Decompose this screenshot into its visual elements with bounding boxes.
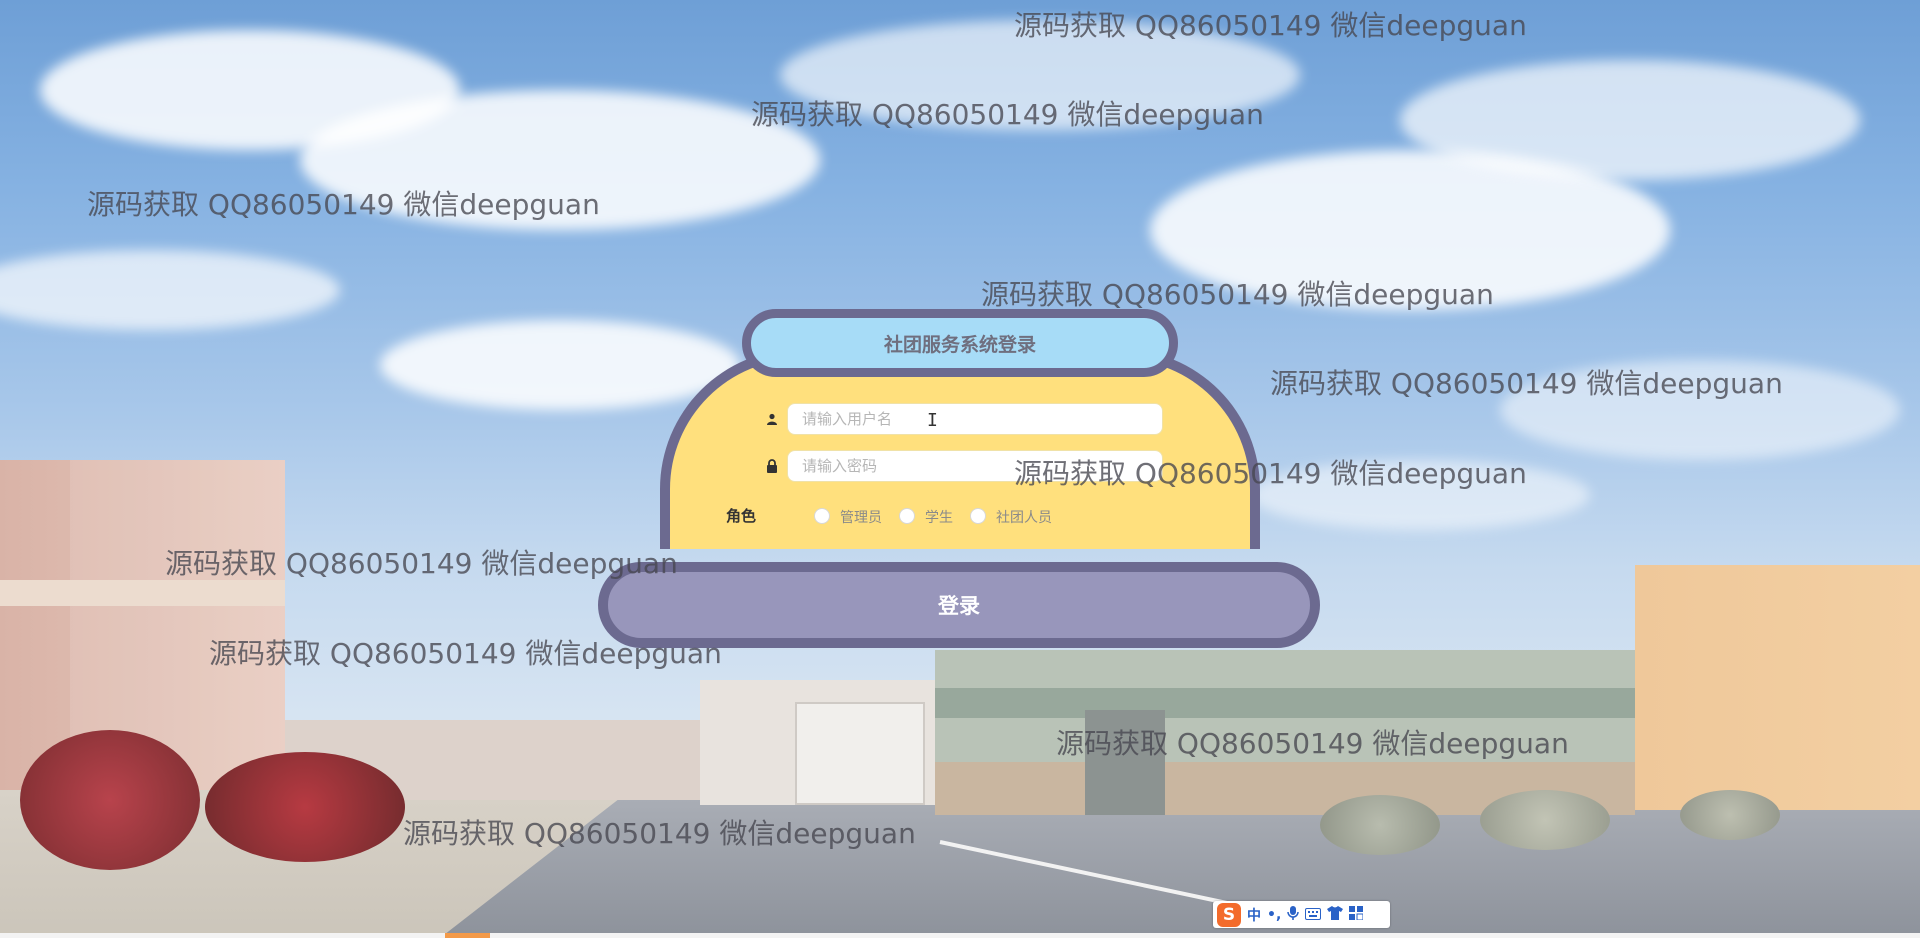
taskbar-accent: [445, 933, 490, 938]
ime-mode-toggle[interactable]: 中: [1247, 905, 1261, 925]
role-radio-student[interactable]: [899, 508, 915, 524]
watermark-text: 源码获取 QQ86050149 微信deepguan: [751, 98, 1264, 131]
watermark-text: 源码获取 QQ86050149 微信deepguan: [1056, 727, 1569, 760]
mic-icon[interactable]: [1287, 905, 1300, 925]
watermark-text: 源码获取 QQ86050149 微信deepguan: [1014, 457, 1527, 490]
keyboard-icon[interactable]: [1305, 905, 1322, 924]
watermark-text: 源码获取 QQ86050149 微信deepguan: [1014, 9, 1527, 42]
watermark-text: 源码获取 QQ86050149 微信deepguan: [165, 547, 678, 580]
taskbar-strip: [0, 933, 1920, 938]
shrub: [1680, 790, 1780, 840]
watermark-text: 源码获取 QQ86050149 微信deepguan: [1270, 367, 1783, 400]
building-orange: [1635, 565, 1920, 810]
shirt-icon[interactable]: [1327, 905, 1344, 924]
role-radio-club-staff[interactable]: [970, 508, 986, 524]
lock-icon: [762, 456, 782, 476]
watermark-text: 源码获取 QQ86050149 微信deepguan: [209, 637, 722, 670]
ime-punct-toggle[interactable]: •,: [1267, 907, 1281, 923]
role-option-label: 学生: [925, 510, 953, 526]
role-option-label: 管理员: [840, 510, 882, 526]
watermark-text: 源码获取 QQ86050149 微信deepguan: [87, 188, 600, 221]
login-title: 社团服务系统登录: [742, 309, 1178, 377]
role-option-label: 社团人员: [996, 510, 1052, 526]
watermark-text: 源码获取 QQ86050149 微信deepguan: [981, 278, 1494, 311]
role-label: 角色: [726, 507, 757, 525]
role-radio-admin[interactable]: [814, 508, 830, 524]
shrub: [1320, 795, 1440, 855]
text-cursor-icon: I: [927, 410, 938, 431]
username-input[interactable]: [787, 403, 1163, 435]
shrub: [20, 730, 200, 870]
building-white: [700, 680, 935, 805]
shrub: [205, 752, 405, 862]
sogou-logo-icon[interactable]: S: [1217, 902, 1241, 927]
shrub: [1480, 790, 1610, 850]
watermark-text: 源码获取 QQ86050149 微信deepguan: [403, 817, 916, 850]
ime-toolbar[interactable]: S 中 •,: [1213, 901, 1390, 928]
user-icon: [762, 409, 782, 429]
cloud: [1400, 60, 1860, 180]
grid-icon[interactable]: [1349, 905, 1364, 924]
